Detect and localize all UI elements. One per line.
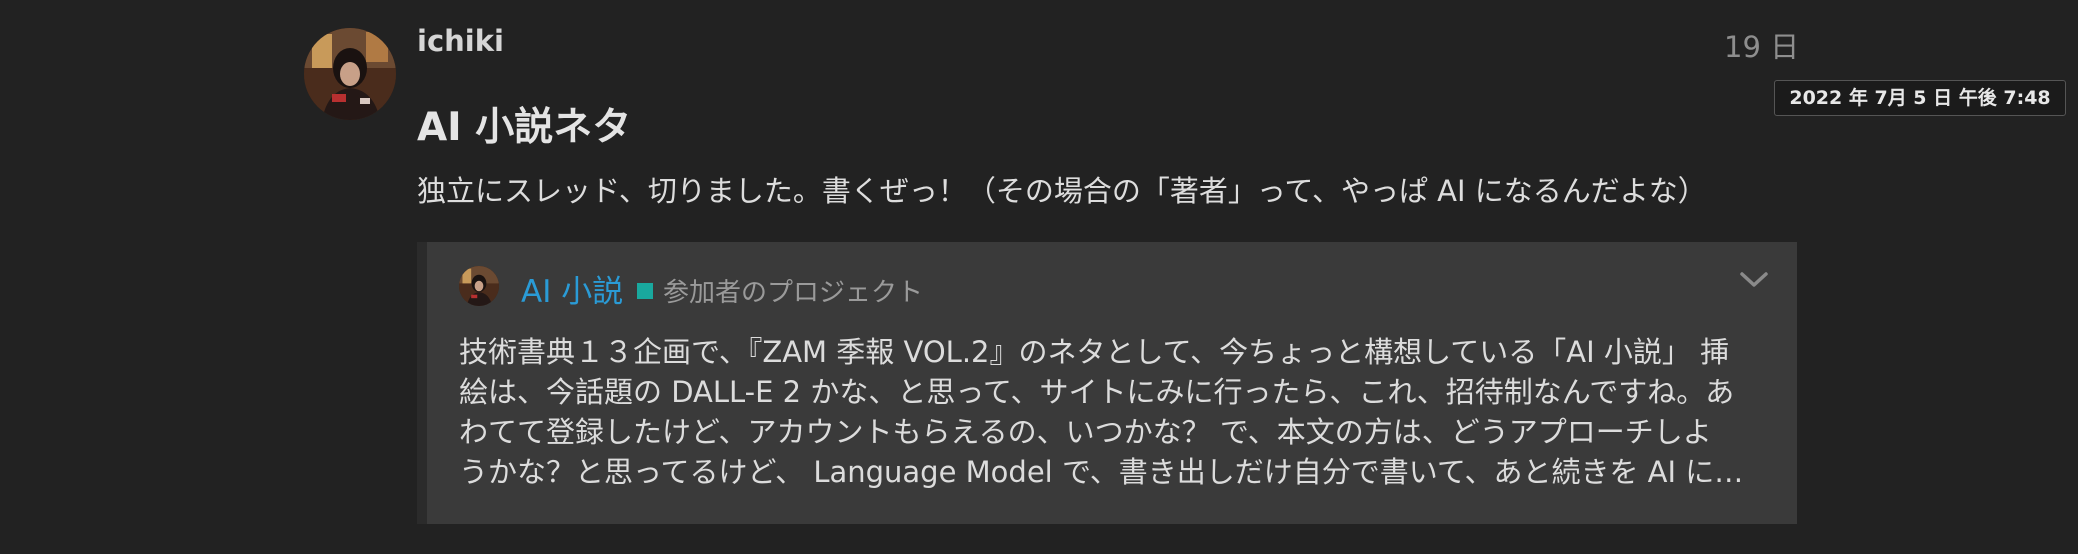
chevron-down-icon[interactable]	[1739, 270, 1769, 290]
linked-topic-onebox[interactable]: AI 小説 参加者のプロジェクト 技術書典１３企画で、『ZAM 季報 VOL.2…	[417, 242, 1797, 524]
onebox-topic-link[interactable]: AI 小説	[521, 266, 623, 311]
excerpt-line: 技術書典１３企画で、『ZAM 季報 VOL.2』のネタとして、今ちょっと構想して…	[459, 335, 1730, 369]
avatar-photo-icon	[459, 266, 499, 306]
date-tooltip: 2022 年 7月 5 日 午後 7:48	[1774, 80, 2066, 116]
excerpt-line: わてて登録したけど、アカウントもらえるの、いつかな？ で、本文の方は、どうアプロ…	[459, 415, 1712, 449]
post-username[interactable]: ichiki	[417, 24, 504, 58]
avatar-photo-icon	[304, 28, 396, 120]
onebox-avatar	[459, 266, 499, 306]
forum-post: ichiki 19 日 2022 年 7月 5 日 午後 7:48 AI 小説ネ…	[0, 0, 2078, 554]
onebox-excerpt: 技術書典１３企画で、『ZAM 季報 VOL.2』のネタとして、今ちょっと構想して…	[459, 332, 1769, 492]
post-relative-date[interactable]: 19 日	[1724, 24, 1799, 66]
category-name: 参加者のプロジェクト	[663, 278, 924, 308]
category-color-square	[637, 282, 653, 299]
excerpt-line: うかな？と思ってるけど、 Language Model で、書き出しだけ自分で書…	[459, 455, 1744, 489]
user-avatar[interactable]	[304, 28, 396, 120]
post-title: AI 小説ネタ	[417, 105, 632, 150]
category-badge[interactable]: 参加者のプロジェクト	[637, 272, 923, 309]
post-body: 独立にスレッド、切りました。書くぜっ！（その場合の「著者」って、やっぱ AI に…	[417, 174, 1707, 208]
excerpt-line: 絵は、今話題の DALL-E 2 かな、と思って、サイトにみに行ったら、これ、招…	[459, 375, 1735, 409]
